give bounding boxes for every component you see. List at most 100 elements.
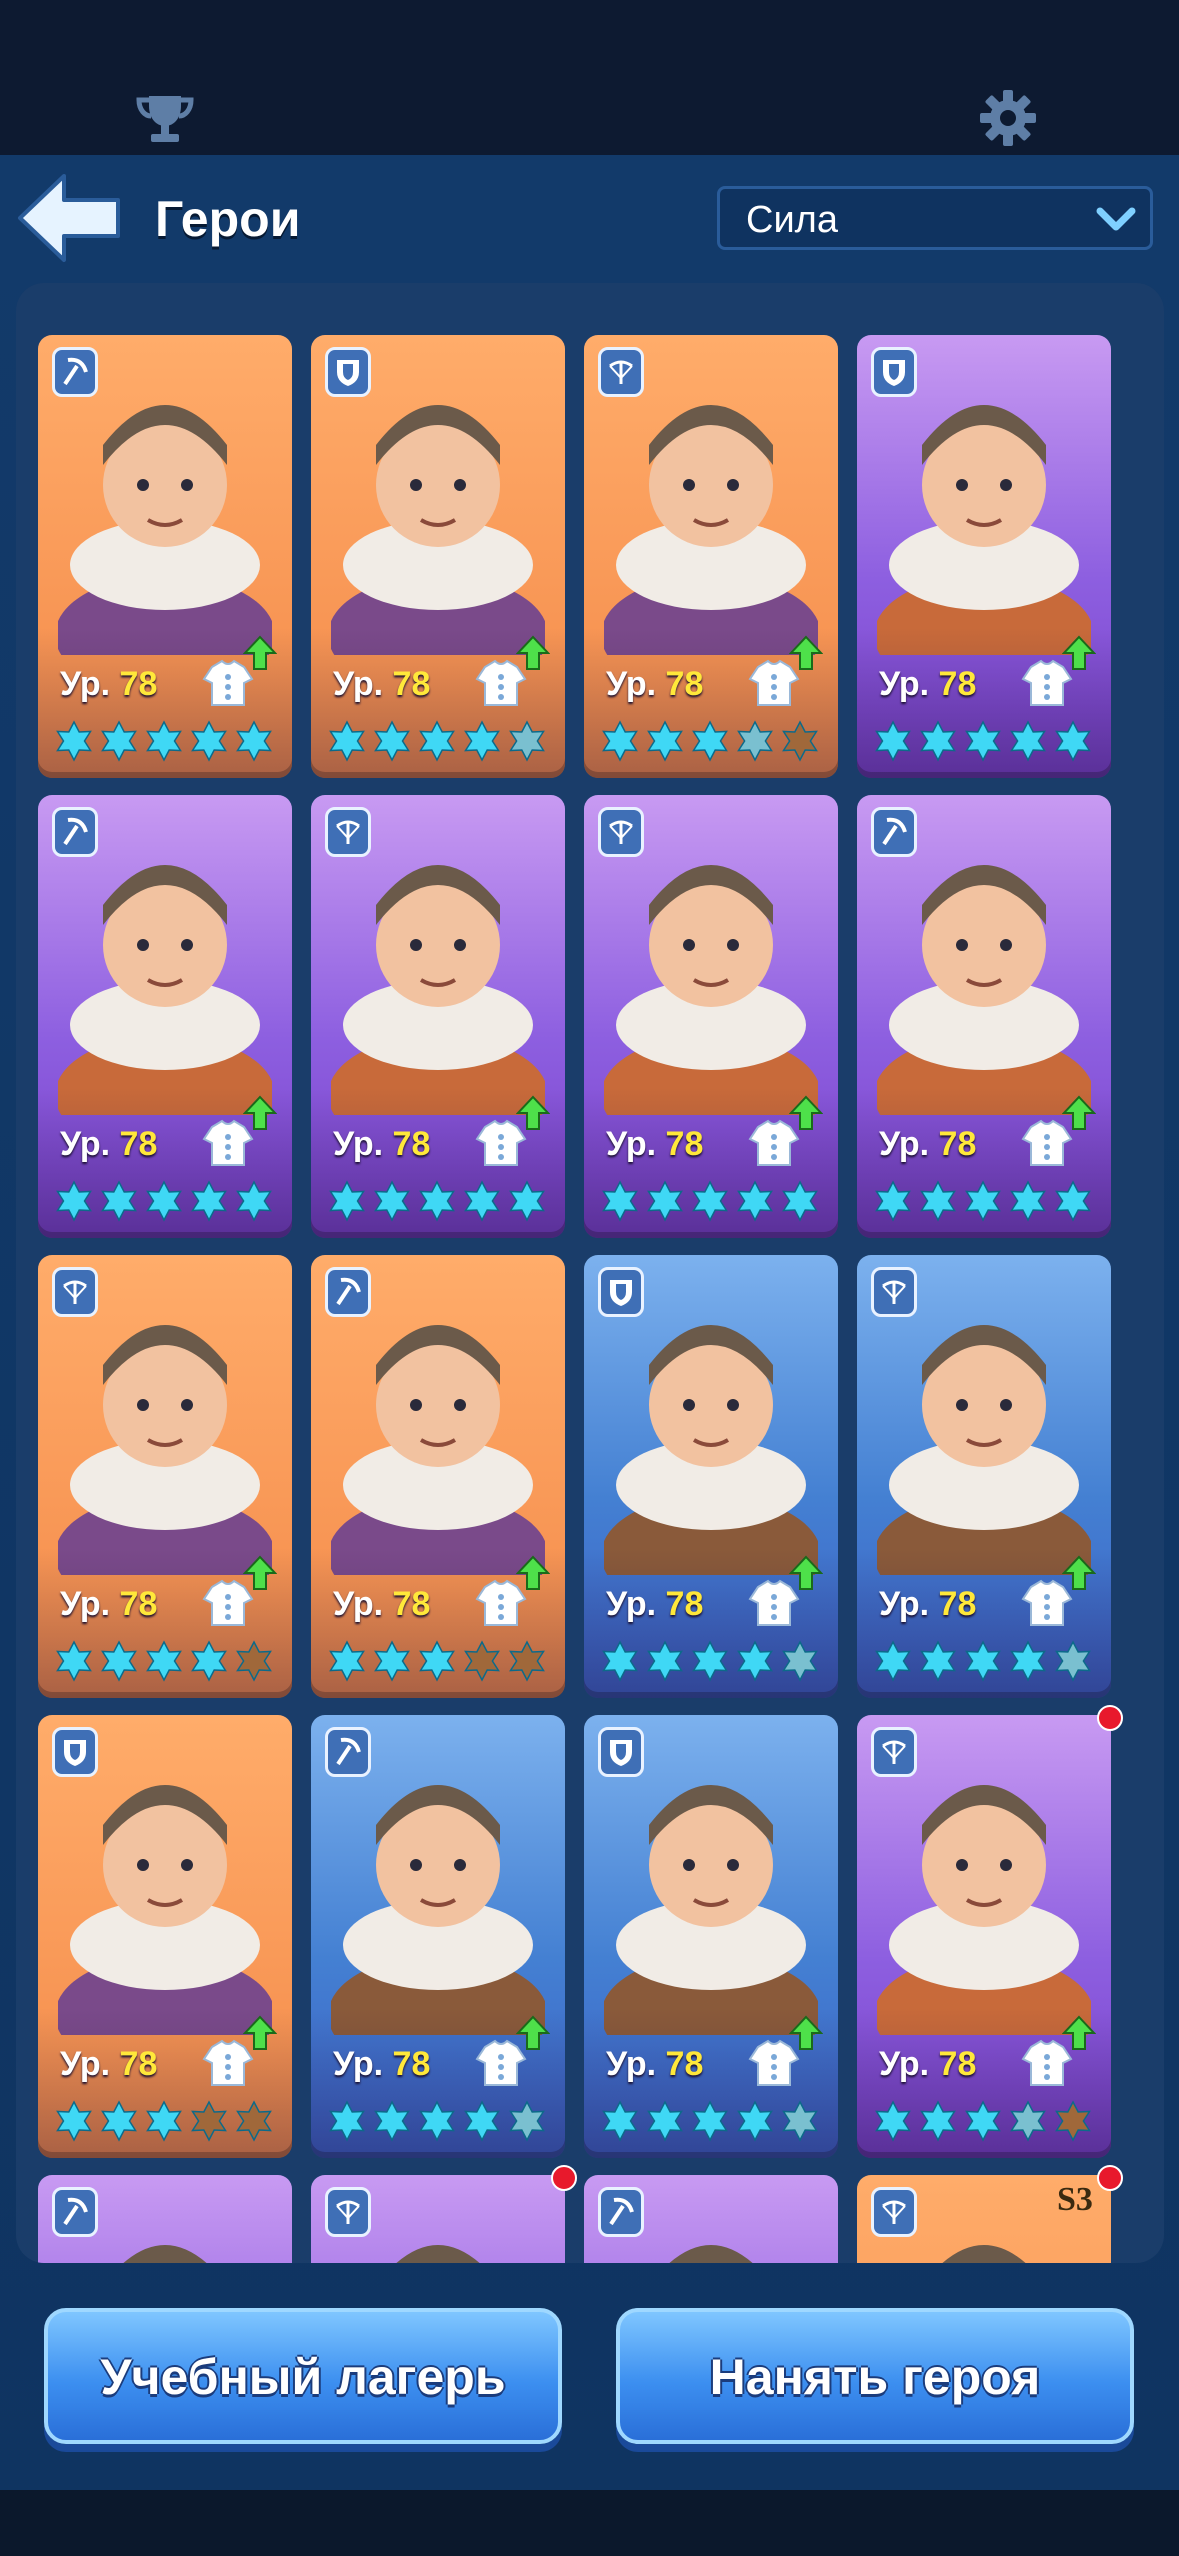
star-rating <box>56 720 272 762</box>
hire-hero-label: Нанять героя <box>709 2349 1041 2405</box>
level-prefix: Ур. <box>879 1125 930 1163</box>
crossbow-role-icon <box>598 807 644 857</box>
level-number: 78 <box>938 1585 977 1623</box>
level-prefix: Ур. <box>333 1585 384 1623</box>
crossbow-role-icon <box>598 347 644 397</box>
hero-card[interactable]: Ур. 78 <box>38 335 292 778</box>
hero-card[interactable] <box>584 2175 838 2263</box>
star-rating <box>602 1640 818 1682</box>
level-number: 78 <box>938 665 977 703</box>
upgrade-arrow-icon <box>243 1095 277 1130</box>
hero-card[interactable]: Ур. 78 <box>311 1255 565 1698</box>
crossbow-role-icon <box>871 2187 917 2237</box>
upgrade-arrow-icon <box>1062 635 1096 670</box>
level-number: 78 <box>119 1585 158 1623</box>
level-number: 78 <box>392 1585 431 1623</box>
pickaxe-role-icon <box>598 2187 644 2237</box>
top-bar <box>0 0 1179 155</box>
level-prefix: Ур. <box>60 1125 111 1163</box>
hero-level: Ур. 78 <box>606 1585 703 1624</box>
star-rating <box>875 1180 1091 1222</box>
hero-card[interactable]: Ур. 78 <box>311 795 565 1238</box>
hero-portrait <box>601 365 821 695</box>
hero-card[interactable]: Ур. 78 <box>857 795 1111 1238</box>
star-rating <box>602 2100 818 2142</box>
hero-portrait <box>55 365 275 695</box>
level-number: 78 <box>938 2045 977 2083</box>
hero-card[interactable]: Ур. 78 <box>584 795 838 1238</box>
hero-card[interactable]: Ур. 78 <box>857 1715 1111 2158</box>
star-rating <box>56 1180 272 1222</box>
hero-card[interactable] <box>38 2175 292 2263</box>
crossbow-role-icon <box>325 2187 371 2237</box>
hero-level: Ур. 78 <box>333 665 430 704</box>
upgrade-arrow-icon <box>1062 1555 1096 1590</box>
level-number: 78 <box>938 1125 977 1163</box>
hero-card[interactable] <box>311 2175 565 2263</box>
hero-grid: Ур. 78 Ур. 78 Ур. 78 Ур. 78 Ур. 78 Ур. 78 Ур. … <box>16 283 1164 2263</box>
hero-portrait <box>874 1285 1094 1615</box>
hero-card[interactable]: Ур. 78 <box>38 795 292 1238</box>
notification-dot <box>1097 1705 1123 1731</box>
hero-card[interactable]: Ур. 78 <box>584 1255 838 1698</box>
pickaxe-role-icon <box>325 1267 371 1317</box>
star-rating <box>329 1640 545 1682</box>
level-prefix: Ур. <box>879 665 930 703</box>
trophy-icon[interactable] <box>135 90 195 150</box>
hero-portrait <box>328 1285 548 1615</box>
level-prefix: Ур. <box>606 2045 657 2083</box>
hero-level: Ур. 78 <box>60 2045 157 2084</box>
chevron-down-icon <box>1096 207 1136 231</box>
shield-role-icon <box>52 1727 98 1777</box>
upgrade-arrow-icon <box>516 1095 550 1130</box>
level-prefix: Ур. <box>879 1585 930 1623</box>
crossbow-role-icon <box>871 1727 917 1777</box>
notification-dot <box>1097 2165 1123 2191</box>
shield-role-icon <box>871 347 917 397</box>
level-number: 78 <box>665 1125 704 1163</box>
level-prefix: Ур. <box>606 1585 657 1623</box>
upgrade-arrow-icon <box>243 635 277 670</box>
training-camp-button[interactable]: Учебный лагерь <box>44 2308 562 2444</box>
hero-card[interactable]: Ур. 78 <box>584 335 838 778</box>
upgrade-arrow-icon <box>516 1555 550 1590</box>
hero-card[interactable]: Ур. 78 <box>857 1255 1111 1698</box>
hero-level: Ур. 78 <box>333 2045 430 2084</box>
hero-level: Ур. 78 <box>606 1125 703 1164</box>
level-number: 78 <box>119 2045 158 2083</box>
sort-value: Сила <box>746 199 838 241</box>
level-number: 78 <box>392 665 431 703</box>
hero-card[interactable]: Ур. 78 <box>38 1715 292 2158</box>
star-rating <box>329 2100 545 2142</box>
hero-card[interactable]: Ур. 78 <box>38 1255 292 1698</box>
star-rating <box>56 2100 272 2142</box>
hero-portrait <box>601 1745 821 2075</box>
training-camp-label: Учебный лагерь <box>100 2349 506 2405</box>
upgrade-arrow-icon <box>789 1095 823 1130</box>
bottom-bar <box>0 2490 1179 2556</box>
star-rating <box>875 720 1091 762</box>
level-prefix: Ур. <box>60 1585 111 1623</box>
hero-card[interactable]: Ур. 78 <box>311 1715 565 2158</box>
star-rating <box>329 720 545 762</box>
hero-portrait <box>874 1745 1094 2075</box>
hire-hero-button[interactable]: Нанять героя <box>616 2308 1134 2444</box>
hero-card[interactable]: Ур. 78 <box>857 335 1111 778</box>
level-number: 78 <box>119 665 158 703</box>
star-rating <box>329 1180 545 1222</box>
hero-level: Ур. 78 <box>333 1125 430 1164</box>
hero-card[interactable]: S3 <box>857 2175 1111 2263</box>
hero-card[interactable]: Ур. 78 <box>584 1715 838 2158</box>
hero-level: Ур. 78 <box>60 1125 157 1164</box>
hero-card[interactable]: Ур. 78 <box>311 335 565 778</box>
hero-level: Ур. 78 <box>333 1585 430 1624</box>
hero-portrait <box>874 825 1094 1155</box>
hero-level: Ур. 78 <box>879 2045 976 2084</box>
sort-dropdown[interactable]: Сила <box>717 186 1153 250</box>
star-rating <box>875 2100 1091 2142</box>
level-number: 78 <box>665 665 704 703</box>
level-prefix: Ур. <box>60 2045 111 2083</box>
gear-icon[interactable] <box>978 88 1038 148</box>
back-arrow-icon[interactable] <box>14 170 124 266</box>
hero-portrait <box>874 365 1094 695</box>
